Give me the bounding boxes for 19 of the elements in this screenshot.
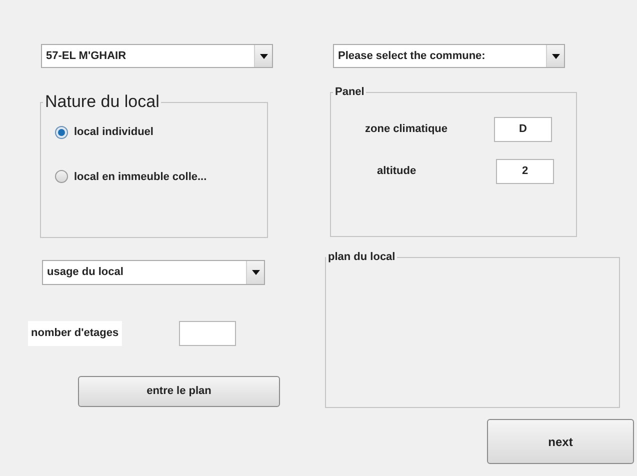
field-label: nomber d'etages bbox=[28, 321, 122, 346]
value-field[interactable]: D bbox=[494, 116, 552, 142]
dropdown[interactable]: 57-EL M'GHAIR bbox=[41, 44, 273, 68]
caret-icon bbox=[552, 54, 560, 58]
value-field[interactable]: 2 bbox=[496, 158, 554, 184]
radio-option[interactable]: local individuel bbox=[55, 124, 154, 140]
panel-title: Panel bbox=[334, 85, 366, 100]
group-title: Nature du local bbox=[44, 92, 160, 112]
field-label: zone climatique bbox=[365, 122, 448, 137]
caret-icon bbox=[260, 54, 268, 58]
caret-icon bbox=[252, 270, 260, 275]
dropdown[interactable]: usage du local bbox=[42, 260, 265, 285]
input-field[interactable] bbox=[179, 321, 236, 346]
radio-option[interactable]: local en immeuble colle... bbox=[55, 168, 207, 185]
field-label: altitude bbox=[377, 164, 416, 179]
dropdown[interactable]: Please select the commune: bbox=[333, 44, 565, 68]
panel-title: plan du local bbox=[327, 250, 396, 265]
plan-button[interactable]: entre le plan bbox=[78, 376, 280, 407]
next-button[interactable]: next bbox=[487, 419, 634, 464]
